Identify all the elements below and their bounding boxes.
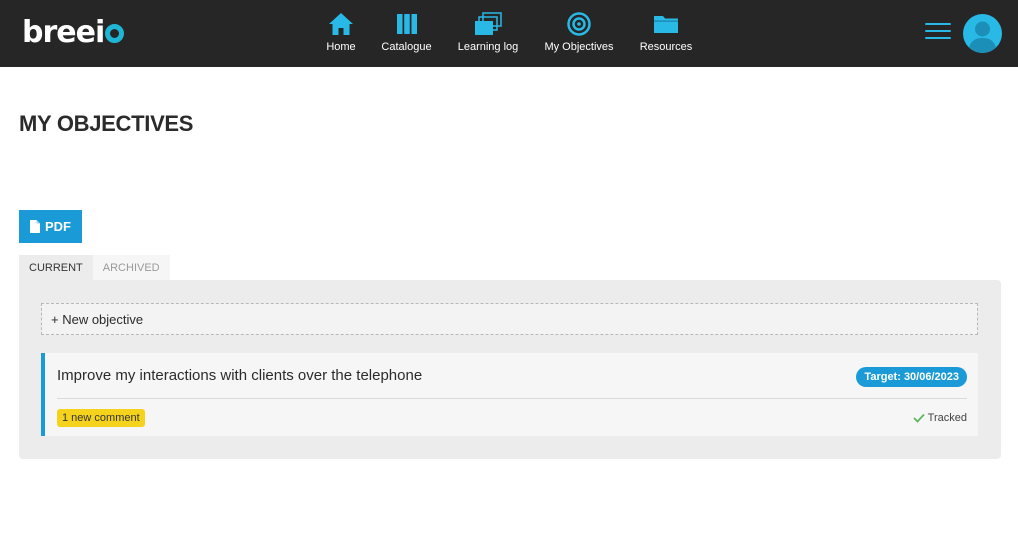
document-icon bbox=[30, 220, 40, 233]
pdf-button-label: PDF bbox=[45, 219, 71, 234]
nav-item-resources[interactable]: Resources bbox=[636, 0, 696, 67]
tab-current[interactable]: CURRENT bbox=[19, 255, 93, 280]
nav-item-my-objectives[interactable]: My Objectives bbox=[540, 0, 618, 67]
objective-card[interactable]: Improve my interactions with clients ove… bbox=[41, 353, 978, 436]
page-title: MY OBJECTIVES bbox=[19, 111, 194, 136]
nav-item-learning-log[interactable]: Learning log bbox=[454, 0, 522, 67]
nav-item-catalogue[interactable]: Catalogue bbox=[377, 0, 436, 67]
nav-label-resources: Resources bbox=[639, 41, 693, 53]
tracked-status: Tracked bbox=[913, 409, 967, 427]
new-comment-badge[interactable]: 1 new comment bbox=[57, 409, 145, 427]
nav-label-home: Home bbox=[326, 41, 356, 53]
home-icon bbox=[329, 13, 353, 35]
logo-ring-o bbox=[105, 24, 125, 43]
logo-text: breei bbox=[22, 15, 105, 50]
breeio-logo[interactable]: breei bbox=[22, 14, 125, 52]
nav-label-my-objectives: My Objectives bbox=[544, 41, 614, 53]
pdf-export-button[interactable]: PDF bbox=[19, 210, 82, 243]
top-navigation-bar: breei Home Catalogue Learning log My Obj… bbox=[0, 0, 1018, 67]
learning-log-icon bbox=[475, 12, 502, 35]
checkmark-icon bbox=[913, 413, 925, 423]
objective-tabs: CURRENT ARCHIVED bbox=[19, 255, 170, 280]
hamburger-menu-icon[interactable] bbox=[925, 23, 951, 43]
target-icon bbox=[567, 12, 591, 36]
tab-archived[interactable]: ARCHIVED bbox=[92, 255, 170, 280]
nav-label-learning-log: Learning log bbox=[457, 41, 519, 53]
folder-icon bbox=[654, 16, 678, 33]
new-objective-button[interactable]: + New objective bbox=[41, 303, 978, 335]
nav-label-catalogue: Catalogue bbox=[381, 41, 432, 53]
card-divider bbox=[57, 398, 967, 399]
nav-item-home[interactable]: Home bbox=[323, 0, 359, 67]
objectives-panel: + New objective Improve my interactions … bbox=[19, 280, 1001, 459]
user-avatar-icon[interactable] bbox=[963, 14, 1002, 53]
objective-title[interactable]: Improve my interactions with clients ove… bbox=[57, 367, 422, 384]
target-date-badge: Target: 30/06/2023 bbox=[856, 367, 967, 387]
tracked-label: Tracked bbox=[927, 412, 967, 424]
catalogue-icon bbox=[396, 14, 417, 34]
